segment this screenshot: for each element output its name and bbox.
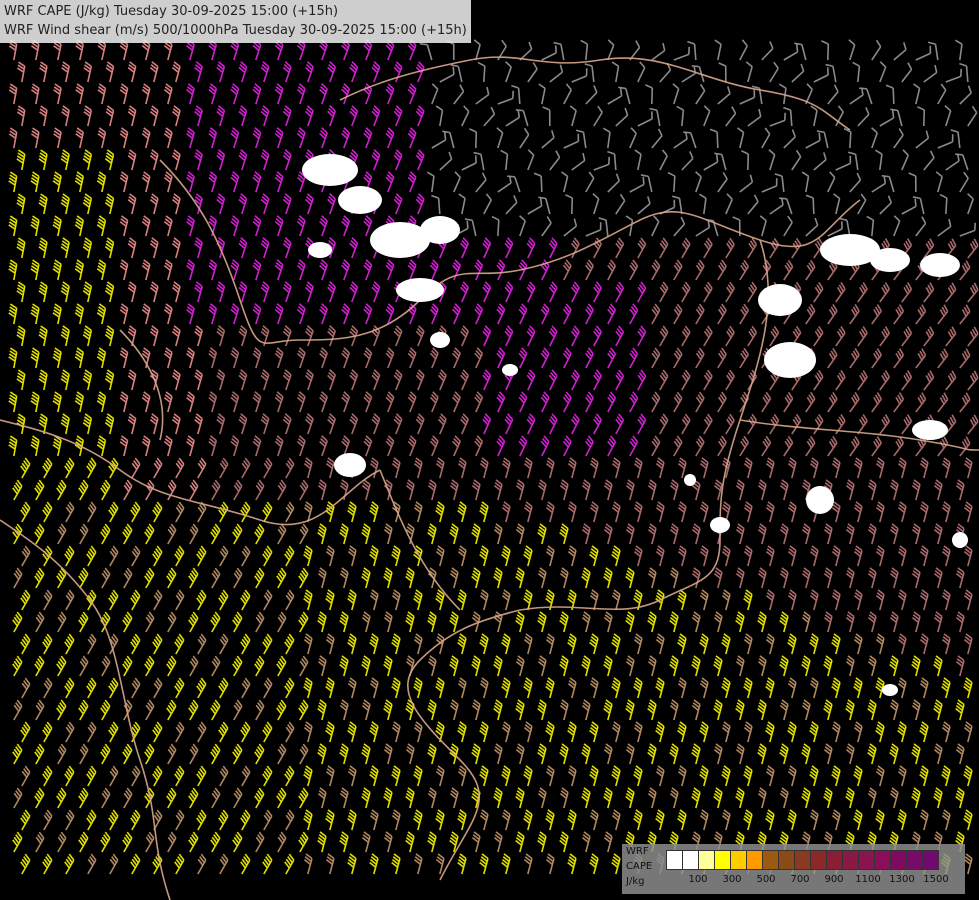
legend-swatch <box>906 850 923 870</box>
legend-tick-label: 700 <box>790 874 810 885</box>
cape-white-patch <box>396 278 444 302</box>
legend-swatches <box>666 850 939 870</box>
cape-white-patch <box>420 216 460 244</box>
legend-tick-label: 100 <box>688 874 708 885</box>
shear-title: WRF Wind shear (m/s) 500/1000hPa Tuesday… <box>4 23 467 38</box>
cape-legend: WRF CAPE J/kg 100 300 500 700 900 1100 1300 150… <box>622 844 965 894</box>
legend-tick-label: 500 <box>756 874 776 885</box>
cape-white-patch <box>684 474 696 486</box>
legend-swatch <box>666 850 683 870</box>
cape-white-patch <box>338 186 382 214</box>
legend-tick-label: 1300 <box>889 874 915 885</box>
cape-white-patch <box>952 532 968 548</box>
weather-map <box>0 0 979 900</box>
legend-tick-label: 900 <box>824 874 844 885</box>
legend-swatch <box>778 850 795 870</box>
legend-swatch <box>858 850 875 870</box>
legend-tick-label: 1500 <box>923 874 949 885</box>
legend-swatch <box>762 850 779 870</box>
legend-tick-label: 300 <box>722 874 742 885</box>
legend-tick-label: 1100 <box>855 874 881 885</box>
legend-swatch <box>698 850 715 870</box>
legend-swatch <box>730 850 747 870</box>
legend-ticks: 100 300 500 700 900 1100 1300 1500 <box>666 874 966 888</box>
cape-white-patch <box>870 248 910 272</box>
legend-swatch <box>714 850 731 870</box>
map-title-box: WRF CAPE (J/kg) Tuesday 30-09-2025 15:00… <box>0 0 471 43</box>
legend-swatch <box>922 850 939 870</box>
legend-swatch <box>794 850 811 870</box>
cape-white-patch <box>710 517 730 533</box>
legend-swatch <box>874 850 891 870</box>
cape-white-patch <box>806 486 834 514</box>
legend-swatch <box>826 850 843 870</box>
cape-white-patch <box>758 284 802 316</box>
legend-swatch <box>810 850 827 870</box>
cape-white-patch <box>764 342 816 378</box>
cape-title: WRF CAPE (J/kg) Tuesday 30-09-2025 15:00… <box>4 4 339 19</box>
legend-field-label: CAPE <box>626 861 653 872</box>
legend-swatch <box>746 850 763 870</box>
legend-swatch <box>682 850 699 870</box>
cape-white-patch <box>502 364 518 376</box>
cape-white-patch <box>882 684 898 696</box>
cape-white-patch <box>912 420 948 440</box>
legend-unit-label: J/kg <box>626 876 645 887</box>
legend-model-label: WRF <box>626 846 649 857</box>
cape-white-patch <box>430 332 450 348</box>
legend-swatch <box>890 850 907 870</box>
cape-white-patch <box>308 242 332 258</box>
legend-swatch <box>842 850 859 870</box>
cape-white-patch <box>920 253 960 277</box>
cape-white-patch <box>302 154 358 186</box>
cape-white-patch <box>334 453 366 477</box>
